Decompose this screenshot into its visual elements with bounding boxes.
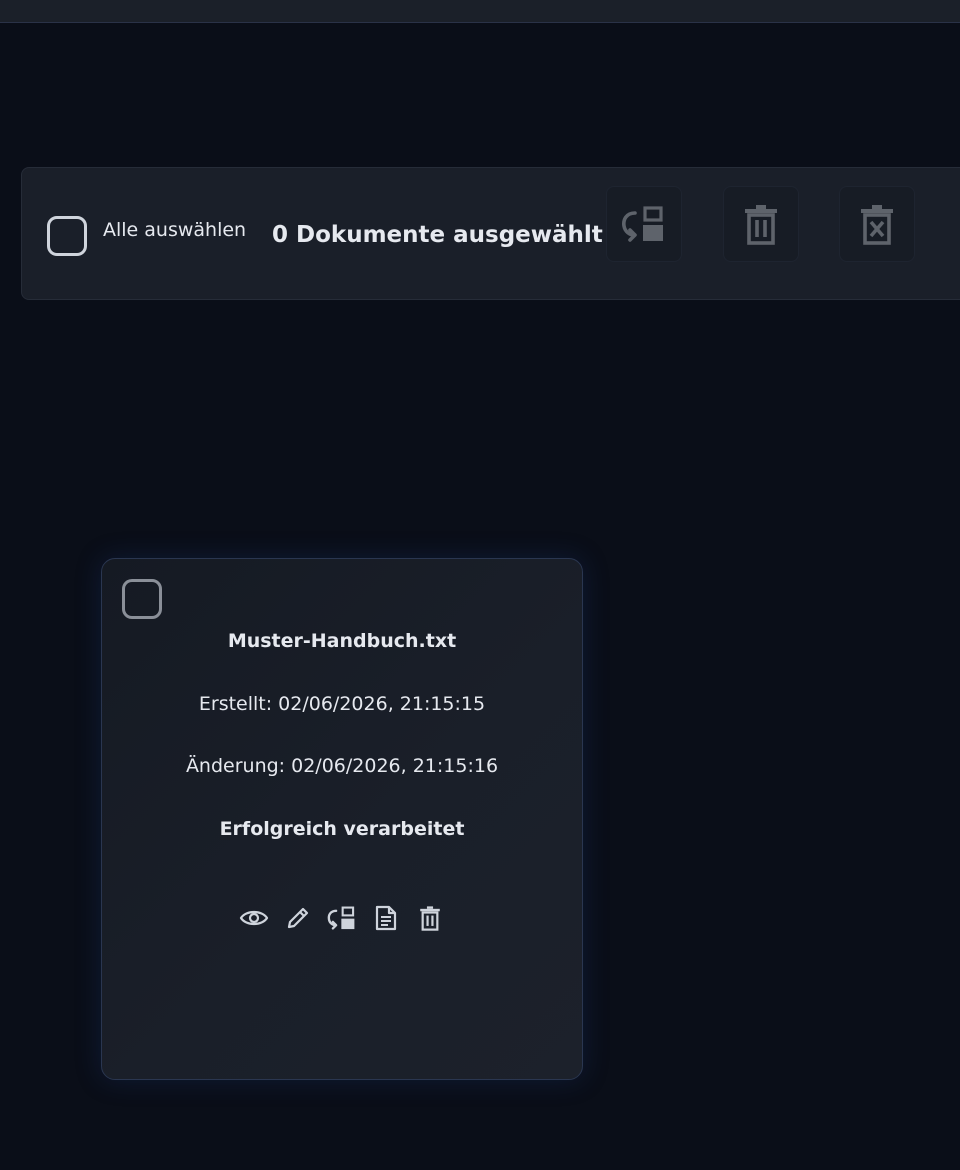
eye-icon [239,910,269,926]
reprocess-icon [327,906,355,930]
edit-button[interactable] [283,903,313,933]
selected-count: 0 Dokumente ausgewählt [272,222,603,248]
delete-button[interactable] [415,903,445,933]
document-text-icon [375,905,397,931]
document-actions [102,903,582,933]
select-all-label[interactable]: Alle auswählen [103,219,246,241]
view-button[interactable] [239,903,269,933]
bulk-reprocess-button[interactable] [606,186,682,262]
bulk-delete-permanent-button[interactable] [839,186,915,262]
select-all-checkbox[interactable] [47,216,87,256]
trash-x-icon [861,205,893,245]
bulk-delete-button[interactable] [723,186,799,262]
trash-icon [420,906,440,931]
trash-icon [745,205,777,245]
bulk-action-toolbar: Alle auswählen 0 Dokumente ausgewählt [21,167,960,300]
document-card[interactable]: Muster-Handbuch.txt Erstellt: 02/06/2026… [101,558,583,1080]
view-text-button[interactable] [371,903,401,933]
pencil-icon [287,907,309,929]
reprocess-button[interactable] [327,903,357,933]
document-status: Erfolgreich verarbeitet [219,818,465,840]
document-created: Erstellt: 02/06/2026, 21:15:15 [198,693,486,715]
document-filename: Muster-Handbuch.txt [227,630,457,652]
document-modified: Änderung: 02/06/2026, 21:15:16 [185,755,499,777]
reprocess-icon [622,206,663,242]
top-bar [0,0,960,23]
document-checkbox[interactable] [122,579,162,619]
